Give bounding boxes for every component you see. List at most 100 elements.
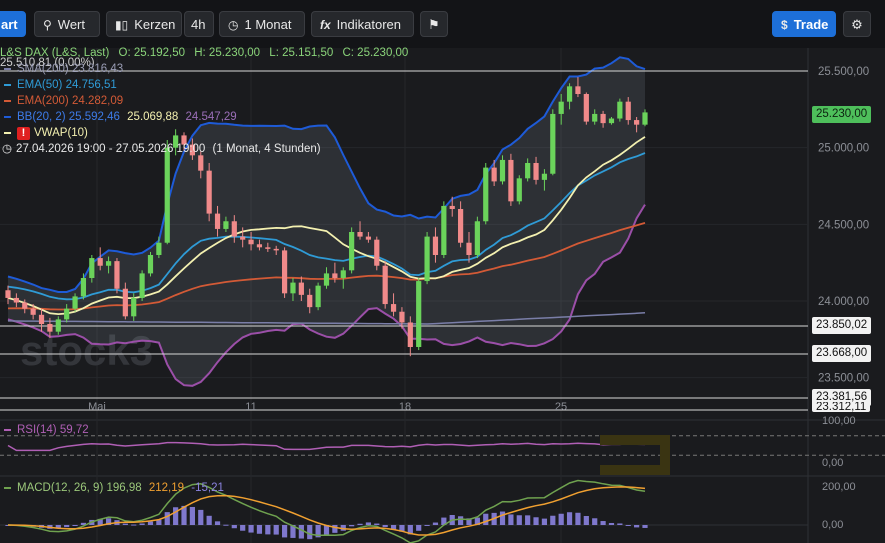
candle-body xyxy=(164,147,170,243)
macd-hist-bar xyxy=(231,525,237,529)
macd-hist-bar xyxy=(265,525,271,535)
candle-body xyxy=(231,221,237,237)
interval-label: 4h xyxy=(191,17,206,32)
level-tag-2: 23.668,00 xyxy=(812,345,872,362)
range-button[interactable]: ◷ 1 Monat xyxy=(219,11,305,37)
candle-body xyxy=(642,112,648,125)
toolbar: art ⚲ Wert ▮▯ Kerzen 4h ◷ 1 Monat fx Indikat… xyxy=(0,0,885,48)
candle-body xyxy=(323,273,330,286)
macd-hist-bar xyxy=(625,525,631,526)
rsi-legend[interactable]: RSI(14) 59,72 xyxy=(0,423,89,437)
open-value: 25.192,50 xyxy=(133,47,186,59)
candle-body xyxy=(575,86,581,94)
trade-button[interactable]: $ Trade xyxy=(772,11,836,37)
clock-icon: ◷ xyxy=(2,143,13,155)
candle-body xyxy=(307,294,313,308)
candle-body xyxy=(47,324,53,332)
candle-body xyxy=(458,209,464,243)
period-range: 27.04.2026 19:00 - 27.05.2026 19:00 xyxy=(16,143,206,155)
candle-body xyxy=(22,302,28,309)
candle-body xyxy=(38,314,45,324)
candle xyxy=(281,247,288,298)
candle-body xyxy=(315,285,321,308)
bb-swatch xyxy=(4,115,11,118)
sma-swatch xyxy=(4,67,11,70)
gear-icon: ⚙ xyxy=(851,17,863,32)
candle-body xyxy=(131,297,137,317)
sma-legend[interactable]: SMA(200) 23.816,43 xyxy=(0,62,123,76)
macd-hist-bar xyxy=(516,515,522,525)
period-note: (1 Monat, 4 Stunden) xyxy=(212,143,321,155)
macd-tick-label: 0,00 xyxy=(822,519,843,531)
candle-body xyxy=(256,244,263,248)
rsi-label: RSI(14) xyxy=(17,424,57,436)
candle-body xyxy=(349,232,355,271)
macd-hist-bar xyxy=(206,515,212,525)
candle-body xyxy=(558,101,564,114)
sma-value: 23.816,43 xyxy=(71,63,124,75)
macd-hist-bar xyxy=(642,525,648,528)
macd-hist-bar xyxy=(349,525,355,527)
ema50-legend[interactable]: EMA(50) 24.756,51 xyxy=(0,78,117,92)
macd-hist-bar xyxy=(608,522,615,525)
candle-body xyxy=(483,167,489,222)
candle-body xyxy=(449,205,455,209)
macd-legend[interactable]: MACD(12, 26, 9) 196,98 212,19 -15,21 xyxy=(0,481,224,495)
vwap-swatch xyxy=(4,131,11,134)
macd-hist-bar xyxy=(147,521,154,525)
high-value: 25.230,00 xyxy=(208,47,261,59)
macd-hist-bar xyxy=(374,523,380,525)
candle-body xyxy=(105,261,112,266)
value-search-button[interactable]: ⚲ Wert xyxy=(34,11,100,37)
bb-mid-value: 25.069,88 xyxy=(127,111,179,123)
candle-body xyxy=(566,86,573,102)
macd-hist-bar xyxy=(198,509,204,525)
candle-body xyxy=(13,297,19,303)
macd-hist-bar xyxy=(458,516,464,525)
settings-button[interactable]: ⚙ xyxy=(843,11,871,37)
macd-hist-bar xyxy=(72,525,78,526)
chart-type-button[interactable]: ▮▯ Kerzen xyxy=(106,11,182,37)
ema200-legend[interactable]: EMA(200) 24.282,09 xyxy=(0,94,123,108)
ema200-value: 24.282,09 xyxy=(71,95,124,107)
candle-body xyxy=(198,155,204,171)
time-tick-label: 11 xyxy=(245,401,256,413)
macd-hist-bar xyxy=(416,525,422,531)
level-tag-1: 23.850,02 xyxy=(812,317,872,334)
rsi-swatch xyxy=(4,428,11,431)
bb-upper-value: 25.592,46 xyxy=(68,111,120,123)
interval-button[interactable]: 4h xyxy=(184,11,214,37)
candle xyxy=(583,92,589,125)
macd-hist-bar xyxy=(281,525,288,538)
candle xyxy=(315,282,321,311)
candles-icon: ▮▯ xyxy=(115,18,129,32)
ema200-swatch xyxy=(4,99,11,102)
candle xyxy=(424,232,430,285)
warning-icon: ! xyxy=(17,127,30,140)
candle-body xyxy=(374,239,380,266)
macd-hist-bar xyxy=(499,511,506,525)
ema50-value: 24.756,51 xyxy=(65,79,117,91)
candle-body xyxy=(525,163,531,179)
macd-hist-bar xyxy=(298,525,304,539)
price-tick-label: 25.000,00 xyxy=(818,143,869,155)
macd-hist-bar xyxy=(164,512,170,525)
bb-legend[interactable]: BB(20, 2) 25.592,46 25.069,88 24.547,29 xyxy=(0,110,237,124)
candle xyxy=(483,163,489,225)
macd-hist-bar xyxy=(592,518,598,525)
indicators-button[interactable]: fx Indikatoren xyxy=(311,11,414,37)
candle xyxy=(139,270,145,301)
candle-body xyxy=(139,273,145,298)
close-value: 25.230,00 xyxy=(357,47,409,59)
ema200-label: EMA(200) xyxy=(17,95,69,107)
macd-hist-bar xyxy=(256,525,263,534)
vwap-legend[interactable]: ! VWAP(10) xyxy=(0,126,88,140)
macd-signal-value: 212,19 xyxy=(148,482,185,494)
function-icon: fx xyxy=(320,18,331,32)
chart-tab-button[interactable]: art xyxy=(0,11,26,37)
candle-body xyxy=(340,270,346,278)
low-value: 25.151,50 xyxy=(282,47,334,59)
candle xyxy=(382,261,388,309)
candle-body xyxy=(533,163,539,180)
bookmark-button[interactable]: ⚑ xyxy=(420,11,448,37)
